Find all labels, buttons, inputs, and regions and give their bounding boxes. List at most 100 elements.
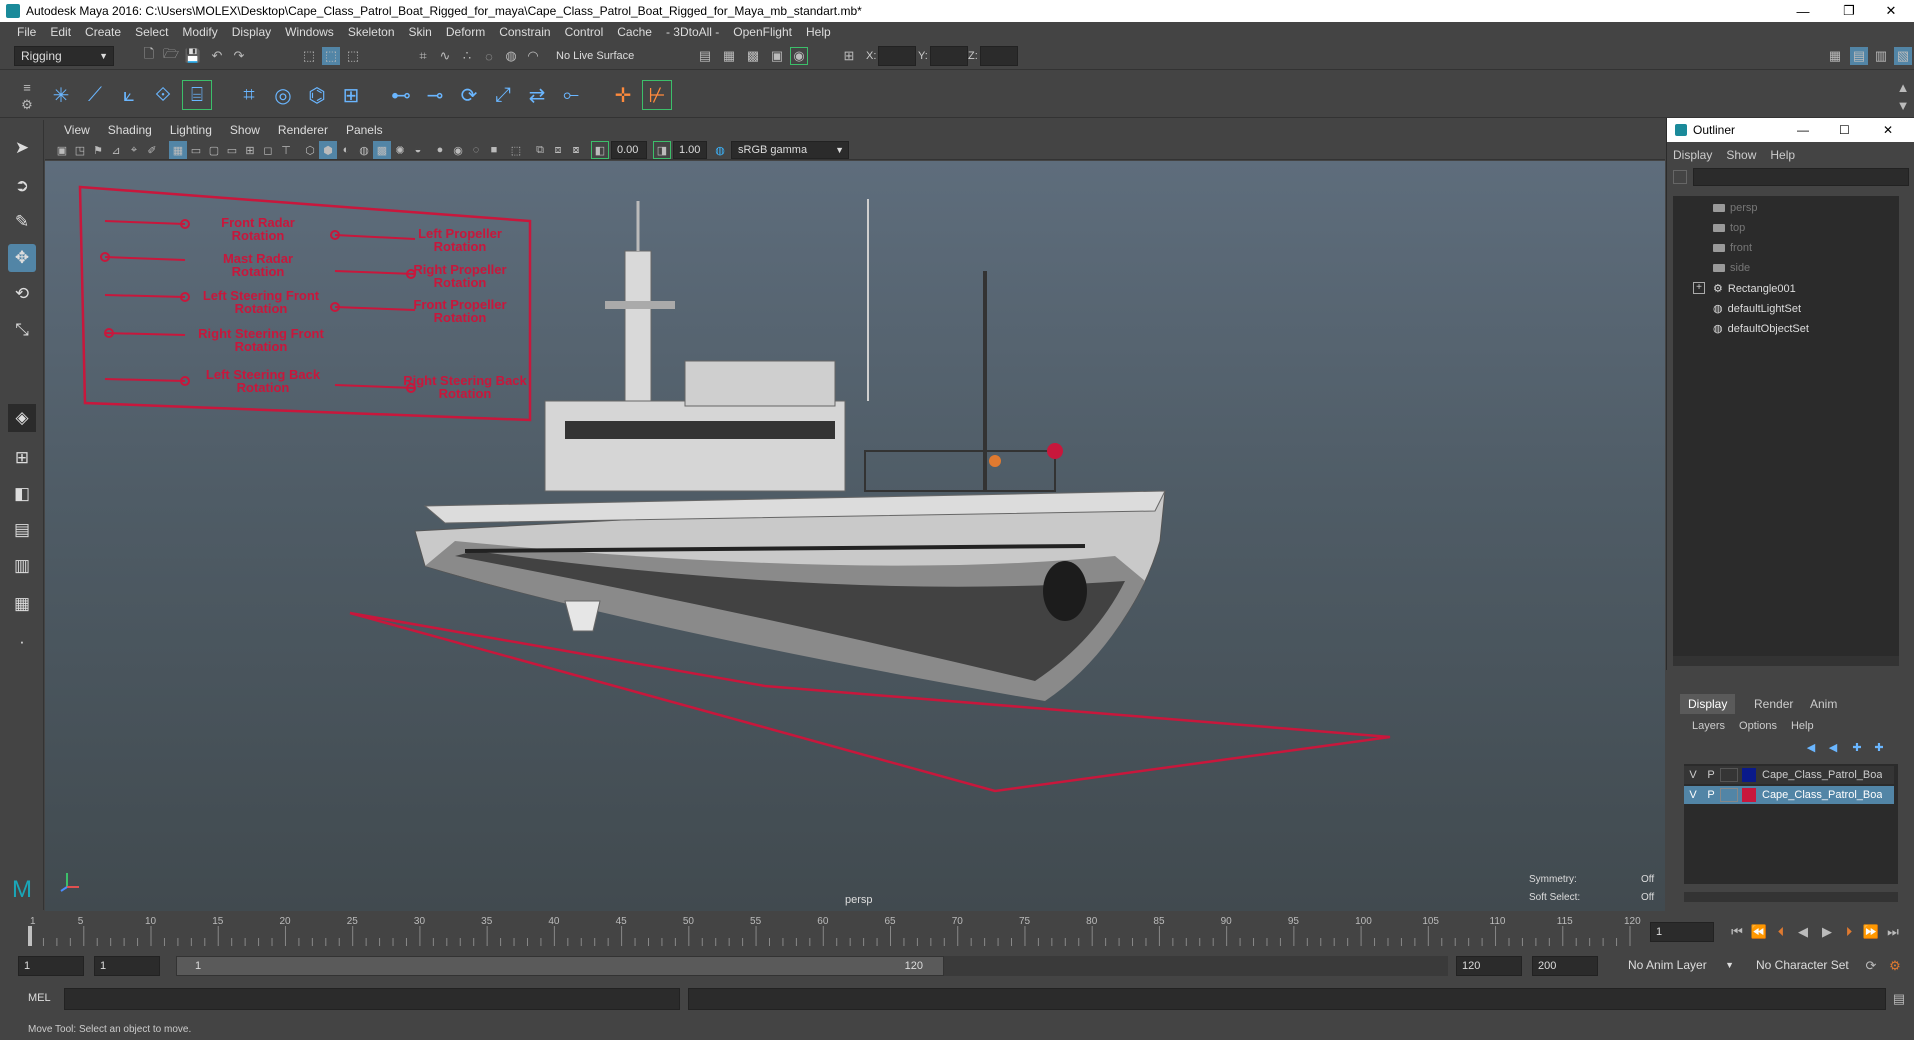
select-component-icon[interactable]: ⬚	[344, 47, 362, 65]
screen-space-ao-icon[interactable]: ●	[431, 141, 449, 159]
shelf-scroll-down-icon[interactable]: ▼	[1894, 96, 1912, 114]
perspective-viewport[interactable]: Front Radar Rotation Mast Radar Rotation…	[45, 161, 1665, 911]
close-icon[interactable]: ✕	[1868, 0, 1914, 22]
safe-action-icon[interactable]: ◻	[259, 141, 277, 159]
outliner-item-side[interactable]: side	[1713, 262, 1750, 274]
time-ruler[interactable]: 1 5 10 15 20 25 30 35 40 45 50 55 60 65 70 75 80 85 90 95 10…	[28, 912, 1668, 948]
layer-visibility-toggle[interactable]: V	[1684, 769, 1702, 781]
panel-menu-lighting[interactable]: Lighting	[161, 123, 221, 137]
menu-edit[interactable]: Edit	[43, 25, 78, 39]
2d-pan-zoom-icon[interactable]: ⌖	[125, 141, 143, 159]
step-forward-key-icon[interactable]: ⏩	[1862, 923, 1880, 941]
lasso-tool-icon[interactable]: ➲	[8, 172, 36, 200]
tab-display[interactable]: Display	[1680, 694, 1736, 714]
shadows-icon[interactable]: ◒	[409, 141, 427, 159]
cluster-icon[interactable]: ⌗	[234, 80, 264, 110]
menu-openflight[interactable]: OpenFlight	[726, 25, 799, 39]
select-hierarchy-icon[interactable]: ⬚	[300, 47, 318, 65]
layer-playback-toggle[interactable]: P	[1702, 769, 1720, 781]
render-settings-icon[interactable]: ▣	[768, 47, 786, 65]
select-tool-icon[interactable]: ➤	[8, 134, 36, 162]
menu-select[interactable]: Select	[128, 25, 175, 39]
minimize-icon[interactable]: —	[1780, 0, 1826, 22]
tab-anim[interactable]: Anim	[1802, 694, 1845, 714]
modeling-toolkit-icon[interactable]: ▦	[1826, 47, 1844, 65]
wireframe-on-shaded-icon[interactable]: ◐	[337, 141, 355, 159]
ipr-render-icon[interactable]: ▩	[744, 47, 762, 65]
snap-live-icon[interactable]: ◠	[524, 47, 542, 65]
go-to-start-icon[interactable]: ⏮	[1728, 923, 1746, 941]
animation-preferences-icon[interactable]: ⚙	[1886, 957, 1904, 975]
current-frame-field[interactable]: 1	[1650, 922, 1714, 942]
grid-icon[interactable]: ▦	[169, 141, 187, 159]
layout-two-icon[interactable]: ◧	[8, 480, 36, 508]
layer-row[interactable]: V P Cape_Class_Patrol_Boa	[1684, 786, 1894, 804]
new-layer-selected-icon[interactable]: ✚	[1870, 738, 1888, 756]
layer-type-toggle[interactable]	[1720, 768, 1738, 782]
menu-3dtoall[interactable]: - 3DtoAll -	[659, 25, 726, 39]
joint-tool-icon[interactable]: ✳	[46, 80, 76, 110]
scale-tool-icon[interactable]: ⤡	[8, 316, 36, 344]
range-slider[interactable]: 1 120	[176, 956, 944, 976]
step-back-key-icon[interactable]: ⏪	[1750, 923, 1768, 941]
menu-deform[interactable]: Deform	[439, 25, 492, 39]
maximize-icon[interactable]: ☐	[1839, 123, 1850, 137]
play-backwards-icon[interactable]: ◀	[1794, 923, 1812, 941]
resolution-gate-icon[interactable]: ▢	[205, 141, 223, 159]
ik-handle-icon[interactable]: ⟋	[80, 80, 110, 110]
panel-menu-renderer[interactable]: Renderer	[269, 123, 337, 137]
snap-grid-icon[interactable]: ⌗	[414, 47, 432, 65]
animation-end-field[interactable]: 200	[1532, 956, 1598, 976]
anti-aliasing-icon[interactable]: ◌	[467, 141, 485, 159]
minimize-icon[interactable]: —	[1797, 123, 1809, 137]
paint-select-icon[interactable]: ✎	[8, 208, 36, 236]
layer-row[interactable]: V P Cape_Class_Patrol_Boa	[1684, 766, 1894, 784]
channel-box-icon[interactable]: ▧	[1894, 47, 1912, 65]
orient-constraint-icon[interactable]: ⟳	[454, 80, 484, 110]
outliner-item-rectangle001[interactable]: ⚙ Rectangle001	[1713, 282, 1796, 296]
smooth-shade-icon[interactable]: ⬢	[319, 141, 337, 159]
script-editor-icon[interactable]: ▤	[1890, 990, 1908, 1008]
field-chart-icon[interactable]: ⊞	[241, 141, 259, 159]
outliner-filter-icon[interactable]	[1673, 170, 1687, 184]
xray-components-icon[interactable]: ⧇	[567, 141, 585, 159]
menu-file[interactable]: File	[10, 25, 43, 39]
pole-vector-icon[interactable]: ⟜	[556, 80, 586, 110]
xray-joints-icon[interactable]: ⧈	[549, 141, 567, 159]
layer-menu-options[interactable]: Options	[1739, 720, 1777, 732]
layer-menu-help[interactable]: Help	[1791, 720, 1814, 732]
menu-create[interactable]: Create	[78, 25, 128, 39]
live-surface-label[interactable]: No Live Surface	[556, 50, 634, 62]
layout-single-icon[interactable]: ◈	[8, 404, 36, 432]
set-key-icon[interactable]: ⊬	[642, 80, 672, 110]
layer-menu-layers[interactable]: Layers	[1692, 720, 1725, 732]
blendshape-icon[interactable]: ⊞	[336, 80, 366, 110]
camera-select-icon[interactable]: ▣	[53, 141, 71, 159]
shelf-gear-icon[interactable]: ⚙	[18, 96, 36, 114]
parent-constraint-icon[interactable]: ⇄	[522, 80, 552, 110]
new-scene-icon[interactable]: 🗋	[140, 46, 158, 65]
outliner-item-defaultlightset[interactable]: ◍ defaultLightSet	[1713, 302, 1801, 316]
wireframe-icon[interactable]: ⬡	[301, 141, 319, 159]
layer-color-swatch[interactable]	[1742, 768, 1756, 782]
y-field[interactable]	[930, 46, 968, 66]
aim-constraint-icon[interactable]: ⊸	[420, 80, 450, 110]
rotate-tool-icon[interactable]: ⟲	[8, 280, 36, 308]
menu-modify[interactable]: Modify	[175, 25, 224, 39]
transform-mode-icon[interactable]: ⊞	[840, 47, 858, 65]
range-slider-track[interactable]	[944, 956, 1448, 976]
panel-menu-show[interactable]: Show	[221, 123, 269, 137]
select-object-icon[interactable]: ⬚	[322, 47, 340, 65]
open-scene-icon[interactable]: 🗁	[162, 46, 180, 65]
menu-display[interactable]: Display	[225, 25, 278, 39]
locator-icon[interactable]: ✛	[608, 80, 638, 110]
film-gate-icon[interactable]: ▭	[187, 141, 205, 159]
command-input[interactable]	[64, 988, 680, 1010]
ik-spline-icon[interactable]: ⟀	[114, 80, 144, 110]
outliner-search-input[interactable]	[1693, 168, 1909, 186]
tool-settings-icon[interactable]: ▥	[1872, 47, 1890, 65]
auto-key-icon[interactable]: ⟳	[1862, 957, 1880, 975]
gate-mask-icon[interactable]: ▭	[223, 141, 241, 159]
layer-type-toggle[interactable]	[1720, 788, 1738, 802]
anim-layer-dropdown[interactable]: No Anim Layer ▼	[1622, 956, 1738, 976]
